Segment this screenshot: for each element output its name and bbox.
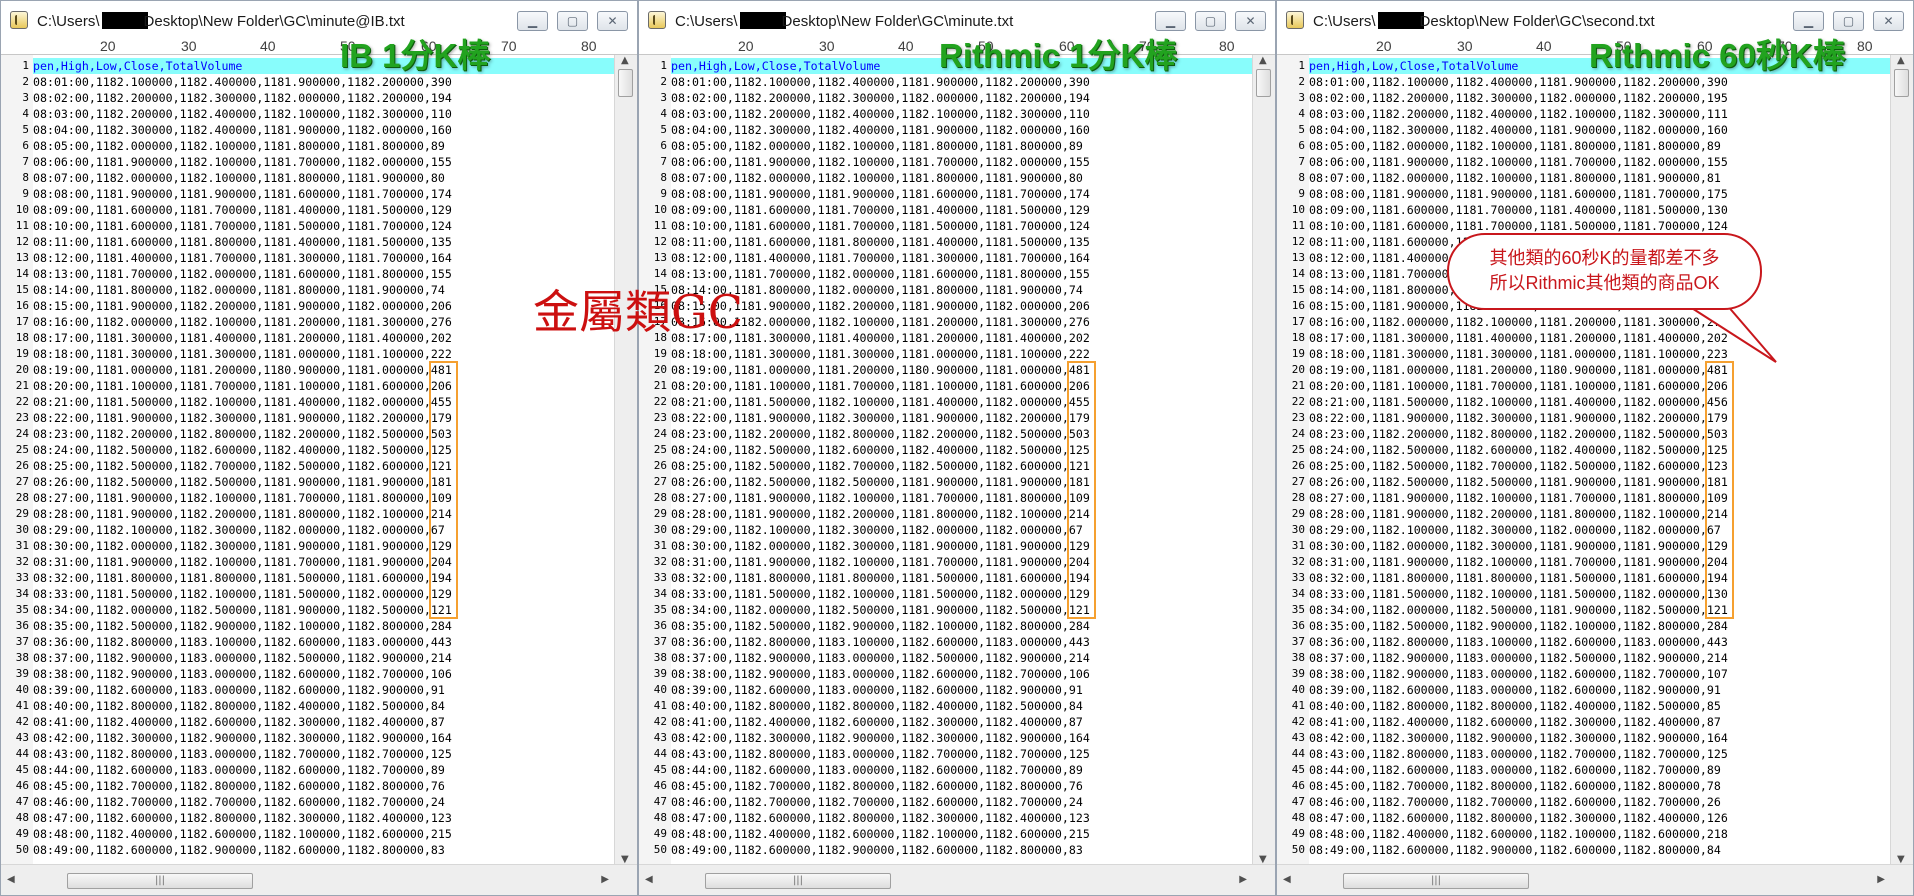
callout-line: 其他類的60秒K的量都差不多	[1489, 248, 1720, 268]
callout-pointer	[1681, 295, 1777, 363]
comment-callout: 其他類的60秒K的量都差不多 所以Rithmic其他類的商品OK	[1447, 233, 1762, 310]
callout-line: 所以Rithmic其他類的商品OK	[1489, 273, 1720, 293]
